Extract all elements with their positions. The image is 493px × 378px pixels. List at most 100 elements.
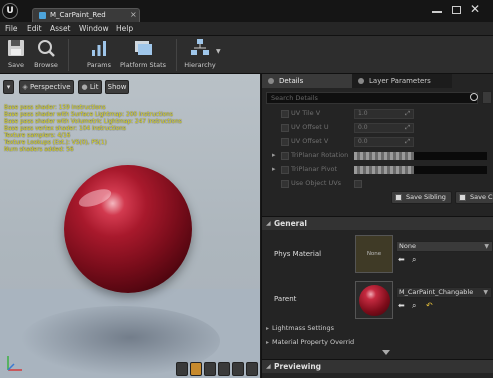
unreal-logo-icon: U bbox=[2, 3, 18, 19]
menu-window[interactable]: Window bbox=[79, 24, 109, 33]
expand-icon[interactable]: ▸ bbox=[272, 165, 276, 173]
override-checkbox[interactable] bbox=[281, 138, 289, 146]
toolbar: Save Browse Params Platform Stats Hierar… bbox=[0, 36, 493, 74]
expand-arrows-icon: ⤢ bbox=[405, 124, 410, 131]
uv-tile-v-field[interactable]: 1.0 ⤢ bbox=[354, 109, 414, 119]
stats-line: Base pass shader with Surface Lightmap: … bbox=[4, 112, 173, 118]
maximize-icon[interactable] bbox=[452, 6, 461, 14]
stats-line: Texture Lookups (Est.): VS(0), PS(1) bbox=[4, 140, 107, 146]
phys-material-dropdown[interactable]: None ▼ bbox=[396, 241, 493, 252]
stats-line: Texture samplers: 4/16 bbox=[4, 133, 71, 139]
browse-button[interactable]: Browse bbox=[32, 38, 60, 69]
more-arrow-icon[interactable] bbox=[382, 350, 390, 355]
collapse-icon: ◢ bbox=[266, 363, 271, 370]
hierarchy-dropdown-icon[interactable]: ▼ bbox=[216, 48, 221, 55]
hierarchy-label: Hierarchy bbox=[184, 61, 216, 69]
search-icon bbox=[470, 93, 478, 101]
use-object-uvs-checkbox[interactable] bbox=[354, 180, 362, 188]
stats-line: Num shaders added: 56 bbox=[4, 147, 74, 153]
property-row: UV Offset V 0.0 ⤢ bbox=[262, 135, 493, 149]
plane-preview-icon[interactable] bbox=[204, 362, 216, 376]
uv-offset-v-field[interactable]: 0.0 ⤢ bbox=[354, 137, 414, 147]
lit-icon: ● bbox=[81, 83, 90, 91]
property-label: TriPlanar Rotation bbox=[291, 151, 349, 159]
expand-icon: ▸ bbox=[266, 325, 270, 332]
property-label: UV Tile V bbox=[291, 109, 321, 117]
browse-asset-icon[interactable]: ⌕ bbox=[412, 301, 416, 311]
override-checkbox[interactable] bbox=[281, 180, 289, 188]
field-value: 1.0 bbox=[358, 110, 368, 117]
property-row: ▸ TriPlanar Pivot bbox=[262, 163, 493, 177]
mesh-preview-icon[interactable] bbox=[232, 362, 244, 376]
perspective-icon: ◈ bbox=[22, 83, 31, 91]
override-checkbox[interactable] bbox=[281, 110, 289, 118]
parent-material-thumbnail[interactable] bbox=[355, 281, 393, 319]
sphere-preview-icon[interactable] bbox=[190, 362, 202, 376]
previewing-section-title: Previewing bbox=[274, 362, 322, 371]
phys-material-thumbnail[interactable]: None bbox=[355, 235, 393, 273]
reset-to-default-icon[interactable]: ↶ bbox=[426, 301, 433, 310]
search-details-input[interactable]: Search Details bbox=[266, 92, 478, 104]
toolbar-separator bbox=[176, 39, 177, 71]
menu-edit[interactable]: Edit bbox=[27, 24, 42, 33]
expand-arrows-icon: ⤢ bbox=[405, 110, 410, 117]
lit-button[interactable]: ● Lit bbox=[78, 80, 102, 94]
layer-parameters-icon bbox=[358, 78, 364, 84]
lightmass-settings-label: Lightmass Settings bbox=[272, 324, 335, 332]
triplanar-rotation-value[interactable] bbox=[354, 152, 487, 160]
save-sibling-label: Save Sibling bbox=[406, 193, 446, 201]
stats-line: Base pass vertex shader: 104 instruction… bbox=[4, 126, 126, 132]
material-property-overrides-row[interactable]: ▸ Material Property Overrid bbox=[266, 338, 354, 346]
minimize-icon[interactable] bbox=[432, 11, 442, 13]
tab-details[interactable]: Details bbox=[262, 74, 352, 88]
close-window-icon[interactable]: ✕ bbox=[470, 2, 480, 16]
override-checkbox[interactable] bbox=[281, 152, 289, 160]
lightmass-settings-row[interactable]: ▸ Lightmass Settings bbox=[266, 324, 334, 332]
parent-material-dropdown[interactable]: M_CarPaint_Changable ▼ bbox=[396, 287, 492, 298]
use-selected-arrow-icon[interactable]: ⬅ bbox=[398, 255, 405, 264]
cylinder-preview-icon[interactable] bbox=[176, 362, 188, 376]
platform-stats-button[interactable]: Platform Stats bbox=[120, 38, 166, 69]
realtime-toggle-icon[interactable] bbox=[246, 362, 258, 376]
property-label: UV Offset U bbox=[291, 123, 329, 131]
menu-help[interactable]: Help bbox=[116, 24, 133, 33]
property-label: UV Offset V bbox=[291, 137, 329, 145]
perspective-button[interactable]: ◈ Perspective bbox=[19, 80, 74, 94]
property-row: ▸ TriPlanar Rotation bbox=[262, 149, 493, 163]
material-preview-viewport[interactable]: ▾ ◈ Perspective ● Lit Show Base pass sha… bbox=[0, 74, 260, 378]
tab-layer-parameters[interactable]: Layer Parameters bbox=[352, 74, 452, 88]
document-tab-label: M_CarPaint_Red bbox=[50, 11, 106, 19]
uv-offset-u-field[interactable]: 0.0 ⤢ bbox=[354, 123, 414, 133]
view-options-icon[interactable] bbox=[482, 91, 492, 104]
save-child-button[interactable]: Save C bbox=[455, 191, 493, 204]
perspective-label: Perspective bbox=[30, 83, 71, 91]
cube-preview-icon[interactable] bbox=[218, 362, 230, 376]
expand-icon[interactable]: ▸ bbox=[272, 151, 276, 159]
menu-asset[interactable]: Asset bbox=[50, 24, 71, 33]
chevron-down-icon: ▼ bbox=[484, 243, 489, 250]
browse-asset-icon[interactable]: ⌕ bbox=[412, 255, 416, 265]
document-tab[interactable]: M_CarPaint_Red × bbox=[32, 8, 140, 22]
save-sibling-button[interactable]: Save Sibling bbox=[391, 191, 452, 204]
override-checkbox[interactable] bbox=[281, 124, 289, 132]
browse-icon bbox=[36, 38, 56, 58]
save-label: Save bbox=[8, 61, 24, 69]
previewing-section-header[interactable]: ◢ Previewing bbox=[262, 359, 493, 373]
material-sphere-thumb bbox=[359, 285, 390, 316]
override-checkbox[interactable] bbox=[281, 166, 289, 174]
save-button[interactable]: Save bbox=[4, 38, 28, 69]
save-icon bbox=[6, 38, 26, 58]
material-property-overrides-label: Material Property Overrid bbox=[272, 338, 355, 346]
property-row: Use Object UVs bbox=[262, 177, 493, 191]
close-tab-icon[interactable]: × bbox=[130, 10, 137, 19]
hierarchy-button[interactable]: Hierarchy bbox=[184, 38, 216, 69]
property-row: UV Tile V 1.0 ⤢ bbox=[262, 107, 493, 121]
show-button[interactable]: Show bbox=[105, 80, 129, 94]
params-button[interactable]: Params bbox=[84, 38, 114, 69]
general-section-header[interactable]: ◢ General bbox=[262, 216, 493, 230]
shader-stats: Base pass shader: 159 instructions Base … bbox=[4, 105, 182, 154]
viewport-menu-button[interactable]: ▾ bbox=[3, 80, 14, 94]
menu-file[interactable]: File bbox=[5, 24, 18, 33]
use-selected-arrow-icon[interactable]: ⬅ bbox=[398, 301, 405, 310]
triplanar-pivot-value[interactable] bbox=[354, 166, 487, 174]
